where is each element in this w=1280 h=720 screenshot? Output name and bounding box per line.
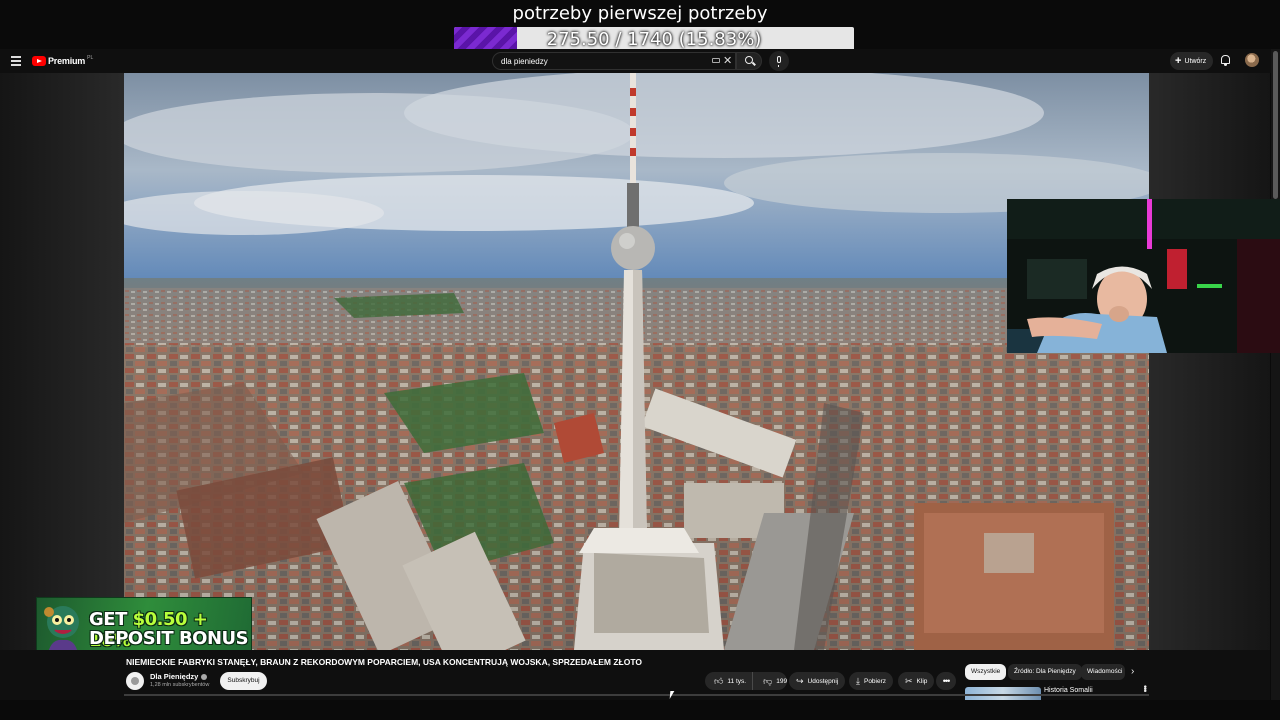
like-dislike-group: 👍︎ 11 tys. 👎︎ 199 (705, 672, 787, 690)
clear-search-icon[interactable]: ✕ (723, 54, 732, 68)
create-label: Utwórz (1184, 57, 1207, 65)
chevron-right-icon[interactable]: › (1131, 666, 1134, 677)
like-count: 11 tys. (727, 677, 747, 685)
subscriber-count: 1,28 mln subskrybentów (150, 682, 210, 688)
download-label: Pobierz (863, 677, 887, 685)
voice-search-button[interactable] (769, 51, 789, 71)
search-icon (745, 56, 753, 64)
donation-goal-title: potrzeby pierwszej potrzeby (512, 3, 768, 24)
streamer-webcam (1007, 199, 1280, 353)
youtube-header: Premium PL ✕ + Utwórz (0, 49, 1280, 73)
share-button[interactable]: ↪ Udostępnij (789, 672, 846, 690)
create-button[interactable]: + Utwórz (1170, 52, 1214, 70)
webcam-feed (1007, 199, 1280, 353)
dislike-button[interactable]: 👎︎ 199 (757, 675, 793, 686)
youtube-logo-icon (32, 56, 46, 66)
clip-button[interactable]: ✂ Klip (898, 672, 935, 690)
more-vertical-icon[interactable]: ••• (1140, 685, 1150, 691)
thumbs-up-icon: 👍︎ (714, 675, 724, 686)
download-icon: ⤓ (856, 675, 860, 686)
verified-icon (201, 674, 208, 681)
share-label: Udostępnij (807, 677, 839, 685)
youtube-premium-logo[interactable]: Premium PL (32, 55, 93, 67)
more-actions-button[interactable]: ••• (936, 672, 956, 690)
scrollbar-thumb[interactable] (1273, 51, 1278, 199)
account-avatar[interactable] (1245, 53, 1259, 67)
plus-icon: + (1175, 55, 1182, 67)
page-scrollbar[interactable] (1271, 49, 1280, 700)
download-button[interactable]: ⤓ Pobierz (849, 672, 894, 690)
clip-label: Klip (916, 677, 928, 685)
channel-avatar[interactable] (126, 672, 144, 690)
video-player[interactable] (124, 73, 1149, 650)
recommended-title[interactable]: Historia Somalii (1044, 687, 1093, 694)
scissors-icon: ✂ (905, 675, 913, 686)
search-button[interactable] (736, 52, 762, 70)
thumbs-down-icon: 👎︎ (763, 675, 773, 686)
video-frame-berlin-aerial (124, 73, 1149, 650)
video-title: NIEMIECKIE FABRYKI STANĘŁY, BRAUN Z REKO… (126, 657, 643, 667)
search-input[interactable] (501, 53, 701, 69)
channel-name[interactable]: Dla Pieniędzy (150, 672, 208, 681)
chip-source-channel[interactable]: Źródło: Dla Pieniędzy (1008, 664, 1082, 680)
ad-subheadline: DEPOSIT BONUS (89, 628, 249, 649)
logo-country: PL (87, 55, 94, 61)
like-button[interactable]: 👍︎ 11 tys. (705, 672, 754, 690)
subscribe-button[interactable]: Subskrybuj (220, 672, 267, 690)
search-box: ✕ (492, 52, 736, 70)
video-progress-bar[interactable] (124, 694, 1149, 696)
logo-text: Premium (48, 56, 86, 66)
keyboard-icon[interactable] (712, 58, 720, 63)
dislike-count: 199 (776, 677, 788, 685)
video-details: NIEMIECKIE FABRYKI STANĘŁY, BRAUN Z REKO… (0, 650, 1270, 700)
share-icon: ↪ (796, 675, 804, 686)
chip-all[interactable]: Wszystkie (965, 664, 1007, 680)
bottom-strip (0, 700, 1280, 720)
more-icon: ••• (942, 676, 951, 686)
chip-news[interactable]: Wiadomości (1081, 664, 1125, 680)
bell-icon[interactable] (1221, 55, 1230, 66)
mic-icon (777, 56, 781, 67)
mouse-cursor-icon (669, 691, 675, 699)
menu-icon[interactable] (11, 56, 21, 66)
